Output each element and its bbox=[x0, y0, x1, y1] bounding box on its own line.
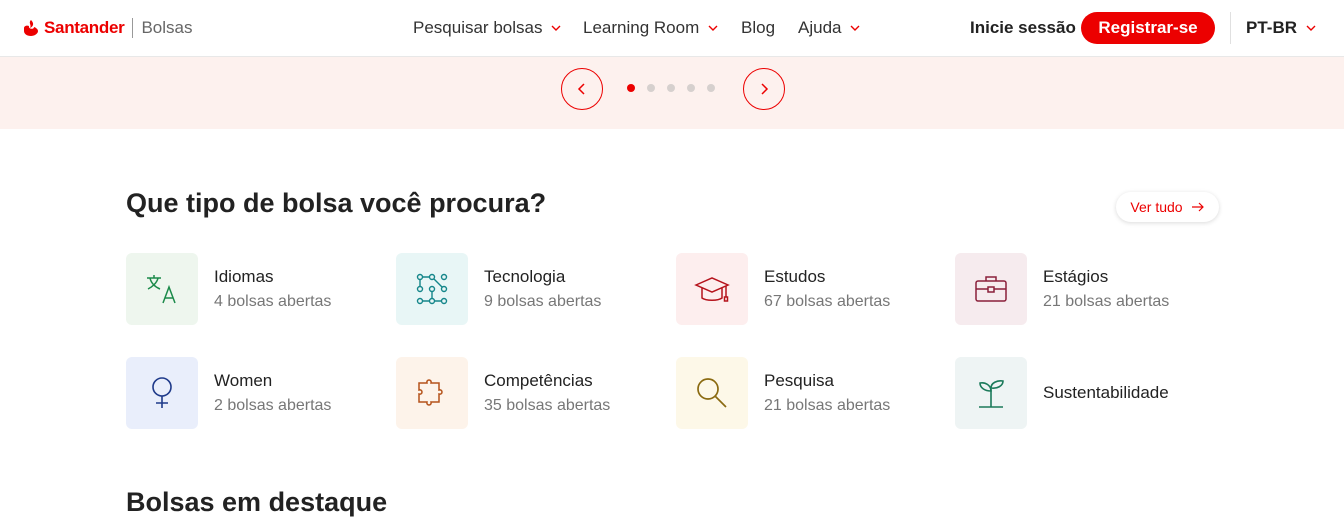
briefcase-icon bbox=[975, 276, 1007, 302]
category-name: Estágios bbox=[1043, 267, 1109, 286]
carousel-dot[interactable] bbox=[687, 84, 695, 92]
nav-label: Pesquisar bolsas bbox=[413, 18, 543, 37]
category-icon-box bbox=[126, 253, 198, 325]
chevron-left-icon bbox=[577, 83, 585, 95]
nav-learning-room[interactable]: Learning Room bbox=[583, 18, 719, 38]
carousel-dot[interactable] bbox=[627, 84, 635, 92]
translate-icon bbox=[147, 275, 176, 304]
brand-name: Santander bbox=[44, 18, 125, 37]
category-icon-box bbox=[126, 357, 198, 429]
chevron-down-icon bbox=[1306, 25, 1316, 31]
chevron-down-icon bbox=[708, 25, 718, 31]
category-count: 9 bolsas abertas bbox=[484, 293, 602, 310]
section-title: Que tipo de bolsa você procura? bbox=[126, 188, 547, 218]
language-label: PT-BR bbox=[1246, 18, 1297, 37]
chevron-down-icon bbox=[551, 25, 561, 31]
category-competencias[interactable]: Competências 35 bolsas abertas bbox=[396, 357, 610, 429]
login-link[interactable]: Inicie sessão bbox=[970, 18, 1076, 38]
category-icon-box bbox=[396, 253, 468, 325]
carousel-dot[interactable] bbox=[707, 84, 715, 92]
carousel-dot[interactable] bbox=[667, 84, 675, 92]
hero-carousel bbox=[0, 57, 1344, 129]
register-button[interactable]: Registrar-se bbox=[1081, 12, 1215, 44]
category-count: 2 bolsas abertas bbox=[214, 397, 332, 414]
category-idiomas[interactable]: Idiomas 4 bolsas abertas bbox=[126, 253, 331, 325]
category-icon-box bbox=[396, 357, 468, 429]
chevron-right-icon bbox=[761, 83, 769, 95]
graduation-cap-icon bbox=[694, 277, 730, 302]
nav-label: Learning Room bbox=[583, 18, 700, 37]
female-symbol-icon bbox=[152, 377, 172, 408]
top-header: Santander Bolsas Pesquisar bolsas Learni… bbox=[0, 0, 1344, 57]
see-all-label: Ver tudo bbox=[1130, 199, 1183, 215]
santander-logo[interactable]: Santander Bolsas bbox=[22, 16, 192, 40]
category-tecnologia[interactable]: Tecnologia 9 bolsas abertas bbox=[396, 253, 601, 325]
nav-ajuda[interactable]: Ajuda bbox=[798, 18, 861, 38]
category-icon-box bbox=[676, 357, 748, 429]
category-name: Estudos bbox=[764, 267, 826, 286]
category-name: Idiomas bbox=[214, 267, 274, 286]
category-icon-box bbox=[955, 253, 1027, 325]
magnifier-icon bbox=[697, 378, 727, 408]
carousel-prev-button[interactable] bbox=[561, 68, 603, 110]
sprout-icon bbox=[979, 380, 1004, 408]
chevron-down-icon bbox=[850, 25, 860, 31]
category-name: Tecnologia bbox=[484, 267, 566, 286]
carousel-dots bbox=[627, 84, 715, 92]
category-count: 21 bolsas abertas bbox=[764, 397, 891, 414]
nav-pesquisar-bolsas[interactable]: Pesquisar bolsas bbox=[413, 18, 562, 38]
category-estagios[interactable]: Estágios 21 bolsas abertas bbox=[955, 253, 1169, 325]
category-count: 21 bolsas abertas bbox=[1043, 293, 1170, 310]
santander-flame-icon bbox=[24, 20, 38, 36]
category-name: Women bbox=[214, 371, 273, 390]
category-icon-box bbox=[676, 253, 748, 325]
category-count: 67 bolsas abertas bbox=[764, 293, 891, 310]
category-sustentabilidade[interactable]: Sustentabilidade bbox=[955, 357, 1169, 429]
nav-label: Ajuda bbox=[798, 18, 842, 37]
category-name: Pesquisa bbox=[764, 371, 834, 390]
category-count: 35 bolsas abertas bbox=[484, 397, 611, 414]
header-divider bbox=[1230, 12, 1231, 44]
category-pesquisa[interactable]: Pesquisa 21 bolsas abertas bbox=[676, 357, 890, 429]
product-name: Bolsas bbox=[141, 18, 193, 37]
hero-illustration bbox=[860, 57, 1030, 71]
carousel-next-button[interactable] bbox=[743, 68, 785, 110]
nav-label: Blog bbox=[741, 18, 776, 37]
category-count: 4 bolsas abertas bbox=[214, 293, 332, 310]
arrow-right-icon bbox=[1191, 202, 1204, 212]
category-name: Sustentabilidade bbox=[1043, 383, 1169, 402]
network-icon bbox=[416, 273, 448, 305]
carousel-dot[interactable] bbox=[647, 84, 655, 92]
nav-blog[interactable]: Blog bbox=[741, 18, 775, 38]
logo-divider bbox=[132, 18, 134, 38]
featured-section-title: Bolsas em destaque bbox=[126, 487, 388, 517]
category-women[interactable]: Women 2 bolsas abertas bbox=[126, 357, 331, 429]
puzzle-icon bbox=[418, 379, 443, 406]
category-name: Competências bbox=[484, 371, 593, 390]
language-selector[interactable]: PT-BR bbox=[1246, 18, 1317, 38]
see-all-button[interactable]: Ver tudo bbox=[1116, 192, 1219, 222]
category-estudos[interactable]: Estudos 67 bolsas abertas bbox=[676, 253, 890, 325]
category-icon-box bbox=[955, 357, 1027, 429]
